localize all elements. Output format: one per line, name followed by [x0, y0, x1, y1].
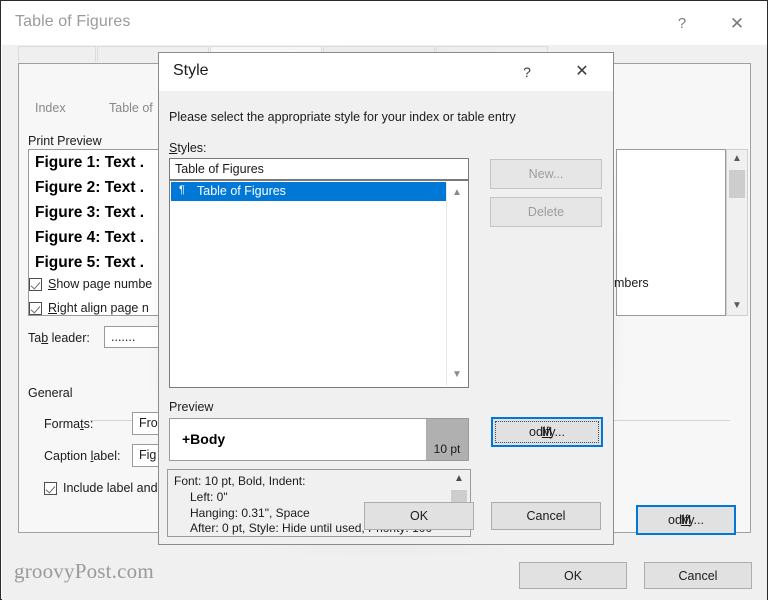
checkbox-label-right-align-page-numbers: Right align page n	[48, 301, 149, 315]
help-icon[interactable]: ?	[514, 60, 540, 84]
checkbox-show-page-numbers[interactable]	[29, 278, 42, 291]
delete-style-button[interactable]: Delete	[490, 197, 602, 227]
style-instruction: Please select the appropriate style for …	[169, 110, 516, 124]
new-style-label: New...	[528, 167, 564, 181]
checkbox-label-show-page-numbers: SShow page numbehow page numbe	[48, 277, 153, 291]
styles-combo-value: Table of Figures	[175, 162, 264, 176]
preview-line: Figure 5: Text .	[35, 254, 145, 271]
style-modify-button[interactable]: Modify...	[491, 417, 603, 447]
point-size-value: 10 pt	[433, 442, 461, 456]
formats-label: Formats:	[44, 417, 94, 431]
style-preview-sample: +Body	[182, 431, 226, 447]
scroll-up-icon[interactable]: ▲	[449, 471, 469, 487]
styles-list-scrollbar[interactable]: ▲ ▼	[446, 182, 467, 386]
styles-listbox[interactable]: ¶ Table of Figures ▲ ▼	[169, 180, 469, 388]
scroll-up-icon[interactable]: ▲	[727, 150, 747, 168]
style-dialog: Style ? ✕ Please select the appropriate …	[158, 52, 614, 545]
tab-leader-label: Tab leader:	[28, 331, 90, 345]
close-icon[interactable]: ✕	[569, 60, 595, 84]
checkbox-include-label-and-number[interactable]	[44, 482, 57, 495]
style-cancel-button[interactable]: Cancel	[491, 502, 601, 530]
style-dialog-title: Style	[173, 62, 209, 79]
parent-modify-label: Modify...	[668, 513, 704, 527]
print-preview-label: Print Preview	[28, 134, 102, 148]
checkbox-right-align-page-numbers[interactable]	[29, 302, 42, 315]
styles-combo-input[interactable]: Table of Figures	[169, 158, 469, 180]
styles-label: Styles:	[169, 141, 207, 155]
web-preview-scrollbar[interactable]: ▲ ▼	[726, 149, 748, 316]
parent-cancel-label: Cancel	[678, 568, 718, 583]
style-cancel-label: Cancel	[526, 509, 566, 523]
list-item-label: Table of Figures	[197, 184, 286, 198]
parent-cancel-button[interactable]: Cancel	[644, 562, 752, 589]
tab-label-table-of[interactable]: Table of	[109, 101, 153, 115]
parent-ok-button[interactable]: OK	[519, 562, 627, 589]
preview-line: Figure 4: Text .	[35, 229, 145, 246]
style-ok-button[interactable]: OK	[364, 502, 474, 530]
style-ok-label: OK	[409, 509, 429, 523]
tab-leader-value: .......	[111, 330, 136, 344]
delete-style-label: Delete	[527, 205, 565, 219]
scroll-down-icon[interactable]: ▼	[727, 297, 747, 315]
parent-modify-button[interactable]: Modify...	[636, 505, 736, 535]
preview-line: Figure 2: Text .	[35, 179, 145, 196]
parent-titlebar: Table of Figures ? ✕	[2, 2, 767, 45]
close-icon[interactable]: ✕	[722, 10, 752, 38]
tab-index[interactable]	[18, 46, 96, 62]
paragraph-mark-icon: ¶	[179, 184, 185, 196]
screenshot-root: Table of Figures ? ✕ Index Table of Prin…	[0, 0, 768, 600]
preview-line: Figure 3: Text .	[35, 204, 145, 221]
web-preview-box	[616, 149, 726, 316]
description-line: Left: 0"	[190, 490, 228, 504]
style-titlebar: Style ? ✕	[159, 53, 613, 91]
parent-ok-label: OK	[563, 568, 583, 583]
general-group-label: General	[28, 386, 73, 400]
description-line: Hanging: 0.31", Space	[190, 506, 310, 520]
style-modify-label: Modify...	[529, 425, 565, 439]
tab-label-index[interactable]: Index	[35, 101, 66, 115]
scroll-down-icon[interactable]: ▼	[447, 366, 467, 384]
caption-label-label: Caption label:	[44, 449, 121, 463]
preview-label: Preview	[169, 400, 214, 414]
scroll-up-icon[interactable]: ▲	[447, 184, 467, 202]
list-item[interactable]: ¶ Table of Figures	[171, 182, 446, 201]
watermark: groovyPost.com	[14, 559, 154, 583]
style-preview-frame: +Body 10 pt	[169, 418, 469, 461]
checkbox-label-include-label-and-number: Include label and	[63, 481, 158, 495]
preview-line: Figure 1: Text .	[35, 154, 145, 171]
help-icon[interactable]: ?	[667, 10, 697, 38]
style-preview-point-size: 10 pt	[426, 419, 468, 460]
page-title: Table of Figures	[15, 13, 131, 30]
new-style-button[interactable]: New...	[490, 159, 602, 189]
description-line: Font: 10 pt, Bold, Indent:	[174, 474, 306, 488]
scrollbar-thumb[interactable]	[729, 170, 745, 198]
